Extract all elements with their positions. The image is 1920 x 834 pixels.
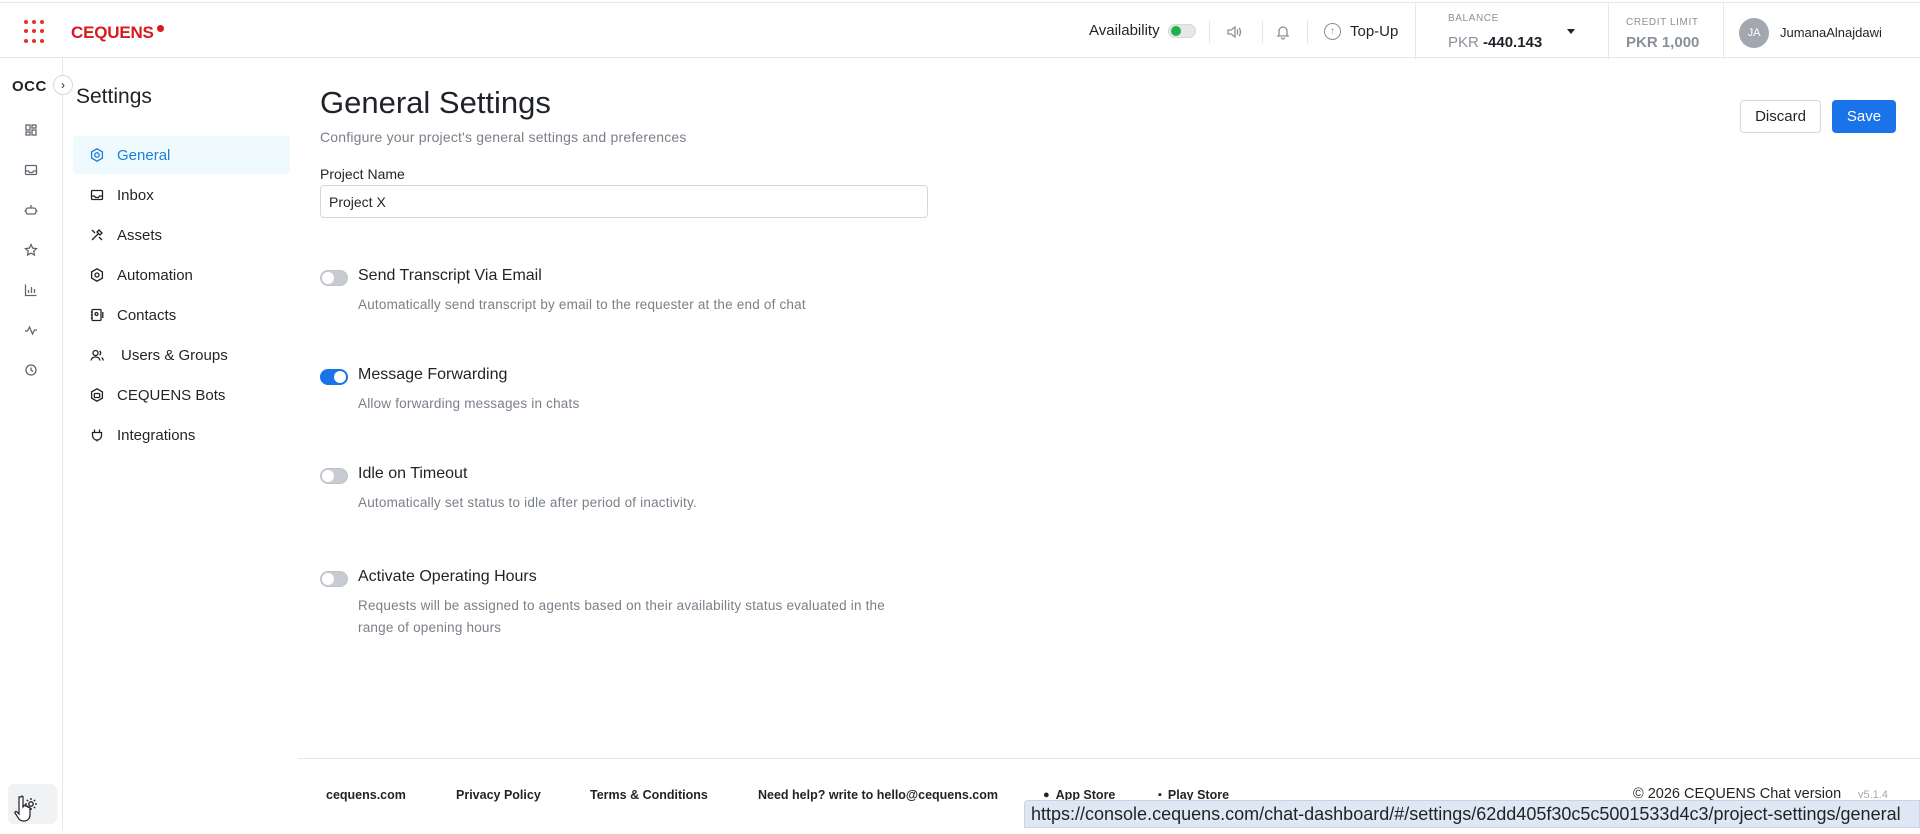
setting-title: Send Transcript Via Email [358, 267, 542, 284]
plug-icon [91, 429, 103, 442]
activity-icon[interactable] [23, 322, 39, 338]
history-icon[interactable] [23, 362, 39, 378]
balance-amount: -440.143 [1483, 34, 1543, 51]
page-subtitle: Configure your project's general setting… [320, 129, 687, 145]
setting-title: Activate Operating Hours [358, 568, 537, 585]
topup-label: Top-Up [1350, 23, 1399, 40]
balance-label: BALANCE [1448, 13, 1499, 24]
setting-description: Allow forwarding messages in chats [358, 396, 580, 411]
divider [1723, 3, 1724, 59]
inbox-icon[interactable] [23, 162, 39, 178]
balance-value: PKR -440.143 [1448, 34, 1542, 51]
operating-hours-toggle[interactable] [320, 571, 348, 587]
arrow-up-icon: ↑ [1324, 23, 1341, 40]
setting-description: Requests will be assigned to agents base… [358, 598, 885, 635]
nav-item-users-groups[interactable]: Users & Groups [73, 336, 290, 374]
send-transcript-toggle[interactable] [320, 270, 348, 286]
nav-item-label: CEQUENS Bots [117, 386, 226, 404]
settings-nav: Settings General Inbox Assets Automation… [63, 58, 298, 758]
nav-item-automation[interactable]: Automation [73, 256, 290, 294]
nav-item-inbox[interactable]: Inbox [73, 176, 290, 214]
divider [1608, 3, 1609, 59]
credit-limit-value: PKR 1,000 [1626, 34, 1700, 51]
nav-item-cequens-bots[interactable]: CEQUENS Bots [73, 376, 290, 414]
page-title: General Settings [320, 85, 551, 120]
footer-terms-link[interactable]: Terms & Conditions [590, 788, 708, 802]
speaker-icon[interactable] [1226, 24, 1242, 40]
divider [1209, 21, 1210, 43]
bot-icon[interactable] [23, 202, 39, 218]
avatar[interactable]: JA [1739, 18, 1769, 48]
username[interactable]: JumanaAlnajdawi [1780, 25, 1882, 40]
setting-description: Automatically set status to idle after p… [358, 495, 697, 510]
workspace-name: OCC [12, 78, 47, 95]
topup-button[interactable]: ↑ Top-Up [1324, 23, 1398, 40]
setting-title: Idle on Timeout [358, 465, 468, 482]
tools-icon [91, 229, 103, 241]
setting-description: Automatically send transcript by email t… [358, 297, 806, 312]
divider [1262, 21, 1263, 43]
settings-nav-title: Settings [76, 85, 152, 108]
save-button[interactable]: Save [1832, 100, 1896, 133]
bot-icon [90, 388, 104, 402]
nav-item-integrations[interactable]: Integrations [73, 416, 290, 454]
expand-sidebar-button[interactable]: › [53, 75, 73, 95]
nav-item-label: Users & Groups [121, 346, 228, 364]
status-bar-url: https://console.cequens.com/chat-dashboa… [1024, 800, 1920, 828]
inbox-icon [90, 189, 104, 201]
balance-currency: PKR [1448, 34, 1479, 51]
gear-icon [90, 148, 104, 162]
footer-help-link[interactable]: Need help? write to hello@cequens.com [758, 788, 998, 802]
footer-site-link[interactable]: cequens.com [326, 788, 406, 802]
availability-label: Availability [1089, 22, 1160, 39]
balance-dropdown-caret[interactable] [1567, 29, 1575, 34]
divider [1415, 3, 1416, 59]
nav-item-label: Contacts [117, 306, 177, 324]
availability-toggle[interactable] [1167, 23, 1196, 38]
nav-item-label: Automation [117, 266, 193, 284]
dashboard-icon[interactable] [23, 122, 39, 138]
availability-control[interactable]: Availability [1089, 22, 1206, 39]
hexagon-icon [90, 268, 104, 282]
hand-cursor-icon [14, 795, 31, 822]
users-icon [90, 349, 104, 361]
divider [1307, 21, 1308, 43]
top-bar: CEQUENS Availability ↑ Top-Up BALANCE PK… [0, 2, 1920, 59]
bell-icon[interactable] [1275, 24, 1291, 40]
nav-item-label: Inbox [117, 186, 154, 204]
nav-item-label: Assets [117, 226, 163, 244]
idle-timeout-toggle[interactable] [320, 468, 348, 484]
star-icon[interactable] [23, 242, 39, 258]
project-name-input[interactable] [320, 185, 928, 218]
project-name-label: Project Name [320, 166, 405, 182]
logo-dot [157, 25, 164, 32]
nav-item-contacts[interactable]: Contacts [73, 296, 290, 334]
cequens-logo[interactable]: CEQUENS [71, 23, 154, 43]
credit-limit-label: CREDIT LIMIT [1626, 17, 1699, 28]
contacts-icon [90, 308, 104, 322]
left-rail: OCC [0, 58, 63, 830]
setting-title: Message Forwarding [358, 366, 508, 383]
nav-item-assets[interactable]: Assets [73, 216, 290, 254]
nav-item-general[interactable]: General [73, 136, 290, 174]
nav-item-label: Integrations [117, 426, 196, 444]
footer-privacy-link[interactable]: Privacy Policy [456, 788, 541, 802]
message-forwarding-toggle[interactable] [320, 369, 348, 385]
discard-button[interactable]: Discard [1740, 100, 1821, 133]
app-grid-icon[interactable] [24, 20, 48, 44]
nav-item-label: General [117, 146, 171, 164]
chart-icon[interactable] [23, 282, 39, 298]
